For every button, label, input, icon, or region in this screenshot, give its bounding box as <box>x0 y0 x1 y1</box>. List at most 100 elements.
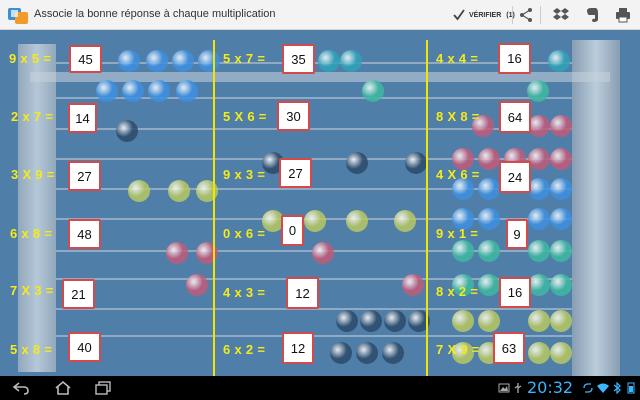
check-icon <box>453 9 465 21</box>
abacus-bead <box>528 310 550 332</box>
question-label: 8 X 8 = <box>436 109 480 124</box>
battery-icon <box>627 382 635 394</box>
answer-tile[interactable]: 30 <box>277 101 310 131</box>
question-label: 5 x 7 = <box>223 51 266 66</box>
answer-tile[interactable]: 24 <box>499 161 531 193</box>
abacus-bead <box>346 152 368 174</box>
answer-tile[interactable]: 35 <box>282 44 315 74</box>
answer-tile[interactable]: 9 <box>506 219 528 249</box>
abacus-bead <box>148 80 170 102</box>
abacus-bead <box>198 50 220 72</box>
answer-tile[interactable]: 16 <box>499 277 531 308</box>
answer-tile[interactable]: 21 <box>62 279 95 309</box>
abacus-bead <box>405 152 427 174</box>
abacus-bead <box>550 148 572 170</box>
question-label: 9 x 1 = <box>436 226 479 241</box>
abacus-bead <box>402 274 424 296</box>
abacus-bead <box>394 210 416 232</box>
abacus-bead <box>452 310 474 332</box>
abacus-bead <box>172 50 194 72</box>
abacus-bead <box>478 178 500 200</box>
clock: 20:32 <box>527 378 574 397</box>
verify-count: (1) <box>506 11 515 19</box>
abacus-bead <box>550 208 572 230</box>
question-label: 8 x 2 = <box>436 284 479 299</box>
abacus-bead <box>528 274 550 296</box>
question-label: 9 x 3 = <box>223 167 266 182</box>
abacus-bead <box>116 120 138 142</box>
sync-icon <box>583 383 593 393</box>
abacus-bead <box>528 115 550 137</box>
abacus-bead <box>312 242 334 264</box>
question-label: 4 x 4 = <box>436 51 479 66</box>
verify-label: VÉRIFIER <box>469 11 502 19</box>
game-board: 9 x 5 = 45 2 x 7 = 14 3 X 9 = 27 6 x 8 =… <box>0 30 640 376</box>
abacus-bead <box>550 178 572 200</box>
back-icon[interactable] <box>12 380 30 396</box>
bluetooth-icon <box>613 382 621 394</box>
abacus-bead <box>336 310 358 332</box>
question-label: 5 x 8 = <box>10 342 53 357</box>
evernote-icon[interactable] <box>584 7 600 23</box>
home-icon[interactable] <box>54 380 72 396</box>
abacus-bead <box>318 50 340 72</box>
verify-button[interactable]: VÉRIFIER (1) <box>452 5 515 25</box>
column-divider <box>213 40 215 376</box>
action-bar: Associe la bonne réponse à chaque multip… <box>0 0 640 30</box>
print-icon[interactable] <box>615 7 631 23</box>
answer-tile[interactable]: 63 <box>493 332 525 364</box>
abacus-bead <box>122 80 144 102</box>
abacus-bead <box>166 242 188 264</box>
recent-apps-icon[interactable] <box>94 380 112 396</box>
wifi-icon <box>597 383 609 393</box>
abacus-bead <box>382 342 404 364</box>
answer-tile[interactable]: 64 <box>499 101 531 133</box>
abacus-bead <box>330 342 352 364</box>
abacus-bead <box>362 80 384 102</box>
app-logo-icon <box>8 8 28 24</box>
abacus-bead <box>550 342 572 364</box>
abacus-bead <box>186 274 208 296</box>
abacus-bead <box>96 80 118 102</box>
abacus-bead <box>528 240 550 262</box>
toolbar-divider <box>540 6 541 24</box>
question-label: 7 X 9 = <box>436 342 480 357</box>
abacus-bead <box>118 50 140 72</box>
abacus-bead <box>384 310 406 332</box>
abacus-bead <box>356 342 378 364</box>
abacus-bead <box>168 180 190 202</box>
abacus-frame-right <box>572 40 620 376</box>
abacus-bead <box>528 178 550 200</box>
share-icon[interactable] <box>518 7 534 23</box>
abacus-bead <box>478 274 500 296</box>
question-label: 2 x 7 = <box>11 109 54 124</box>
question-label: 0 x 6 = <box>223 226 266 241</box>
answer-tile[interactable]: 16 <box>498 43 531 74</box>
answer-tile[interactable]: 12 <box>282 332 314 364</box>
app-title: Associe la bonne réponse à chaque multip… <box>34 8 276 20</box>
abacus-bead <box>550 240 572 262</box>
abacus-bead <box>340 50 362 72</box>
answer-tile[interactable]: 27 <box>279 158 312 188</box>
answer-tile[interactable]: 12 <box>286 277 319 309</box>
abacus-bead <box>146 50 168 72</box>
dropbox-icon[interactable] <box>553 7 569 23</box>
question-label: 5 X 6 = <box>223 109 267 124</box>
system-navigation-bar: 20:32 <box>0 376 640 400</box>
question-label: 4 X 6 = <box>436 167 480 182</box>
answer-tile[interactable]: 14 <box>68 103 97 133</box>
answer-tile[interactable]: 40 <box>68 332 101 362</box>
abacus-bead <box>304 210 326 232</box>
answer-tile[interactable]: 45 <box>69 45 102 73</box>
answer-tile[interactable]: 27 <box>68 161 101 191</box>
question-label: 7 X 3 = <box>10 283 54 298</box>
abacus-bead <box>528 208 550 230</box>
usb-notification-icon <box>514 383 522 393</box>
image-notification-icon <box>498 383 510 393</box>
answer-tile[interactable]: 0 <box>281 215 304 246</box>
abacus-bead <box>528 342 550 364</box>
answer-tile[interactable]: 48 <box>68 219 101 249</box>
abacus-bead <box>128 180 150 202</box>
abacus-bead <box>452 240 474 262</box>
abacus-bead <box>478 208 500 230</box>
